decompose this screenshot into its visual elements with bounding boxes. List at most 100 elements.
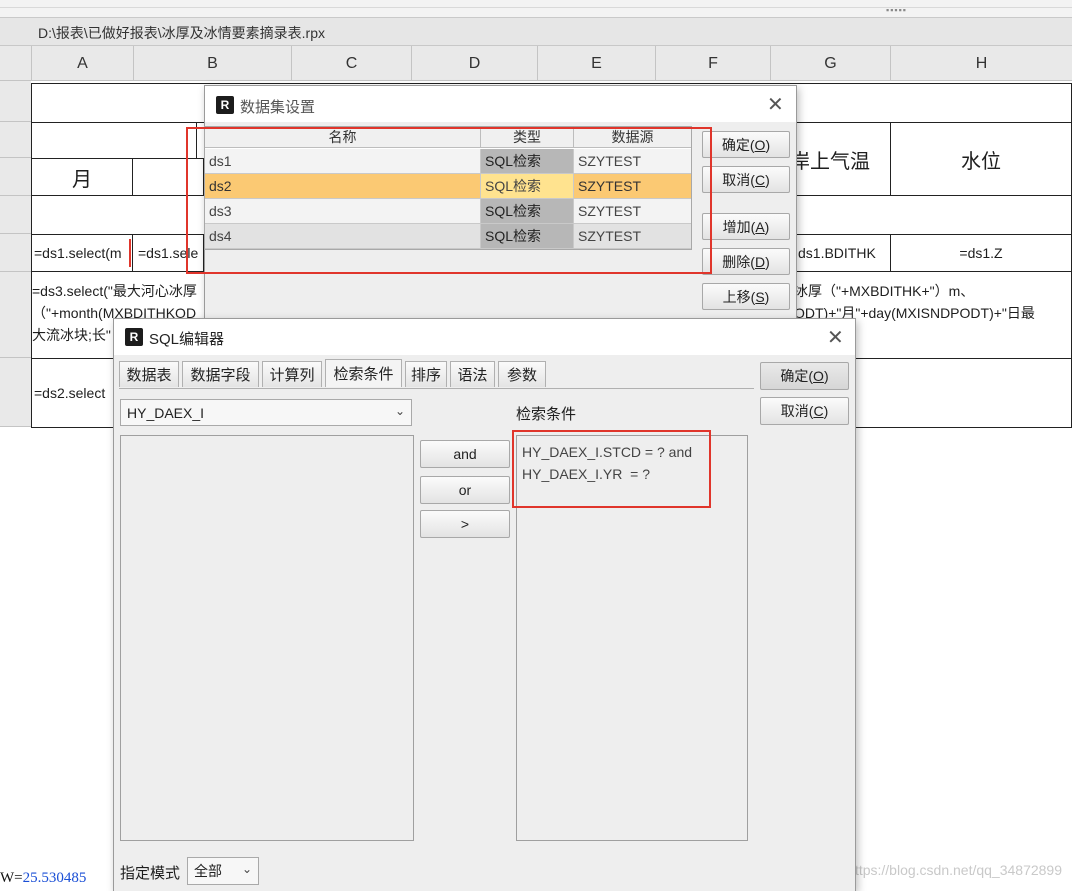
month-header-cell[interactable]: 月 xyxy=(31,158,133,196)
dataset-delete-button[interactable]: 删除(D) xyxy=(702,248,790,275)
column-header-e[interactable]: E xyxy=(537,46,655,81)
close-icon[interactable]: ✕ xyxy=(767,92,784,117)
dataset-type-cell: SQL检索 xyxy=(481,224,574,248)
status-value: 25.530485 xyxy=(22,870,87,886)
header-merged-cell[interactable] xyxy=(31,122,197,159)
button-mnemonic: S xyxy=(755,288,765,305)
formula-cell-g4[interactable]: ds1.BDITHK xyxy=(795,234,891,272)
field-list[interactable] xyxy=(120,435,414,841)
water-level-header-cell[interactable]: 水位 xyxy=(890,122,1072,196)
tab-sort[interactable]: 排序 xyxy=(405,361,447,387)
button-mnemonic: O xyxy=(813,368,824,384)
conditions-panel[interactable]: HY_DAEX_I.STCD = ? and HY_DAEX_I.YR = ? xyxy=(516,435,748,841)
formula-cell-b4[interactable]: =ds1.sele xyxy=(132,234,204,272)
tab-data-fields[interactable]: 数据字段 xyxy=(182,361,259,387)
mode-select[interactable]: 全部 ⌄ xyxy=(187,857,259,885)
table-select[interactable]: HY_DAEX_I ⌄ xyxy=(120,399,412,426)
tab-bar: 数据表 数据字段 计算列 检索条件 排序 语法 参数 xyxy=(119,359,754,389)
button-label: 确定 xyxy=(780,368,809,384)
row-header[interactable] xyxy=(0,358,31,427)
dataset-type-cell: SQL检索 xyxy=(481,174,574,198)
column-header-type[interactable]: 类型 xyxy=(481,127,574,148)
button-label: 删除 xyxy=(722,253,751,270)
dataset-name-cell: ds4 xyxy=(205,224,481,248)
tab-conditions[interactable]: 检索条件 xyxy=(325,359,402,387)
tab-data-table[interactable]: 数据表 xyxy=(119,361,179,387)
button-mnemonic: C xyxy=(813,403,824,419)
column-header-c[interactable]: C xyxy=(291,46,411,81)
button-mnemonic: D xyxy=(754,253,766,270)
formula-cell-h4[interactable]: =ds1.Z xyxy=(890,234,1072,272)
column-header-source[interactable]: 数据源 xyxy=(574,127,691,148)
formula-text: =ds1.select(m xyxy=(34,245,122,261)
dataset-name-cell: ds3 xyxy=(205,199,481,223)
dataset-source-cell: SZYTEST xyxy=(578,178,642,194)
dataset-row-ds3[interactable]: ds3 SQL检索 SZYTEST xyxy=(205,199,691,224)
status-readout: W=25.530485 xyxy=(0,870,86,887)
dataset-ok-button[interactable]: 确定(O) xyxy=(702,131,790,158)
file-path-label: D:\报表\已做好报表\冰厚及冰情要素摘录表.rpx xyxy=(38,25,326,41)
sql-ok-button[interactable]: 确定(O) xyxy=(760,362,849,390)
dataset-row-ds1[interactable]: ds1 SQL检索 SZYTEST xyxy=(205,149,691,174)
row-header[interactable] xyxy=(0,272,31,358)
dataset-move-up-button[interactable]: 上移(S) xyxy=(702,283,790,310)
sql-editor-titlebar[interactable]: R SQL编辑器 ✕ xyxy=(114,319,855,355)
column-header-row: A B C D E F G H xyxy=(0,46,1072,81)
add-condition-button[interactable]: > xyxy=(420,510,510,538)
dataset-table: 名称 类型 数据源 ds1 SQL检索 SZYTEST ds2 SQL检索 SZ… xyxy=(204,126,692,250)
day-header-cell[interactable] xyxy=(132,158,204,196)
row-header[interactable] xyxy=(0,81,31,122)
column-header-a[interactable]: A xyxy=(31,46,133,81)
condition-line[interactable]: HY_DAEX_I.STCD = ? and xyxy=(522,444,692,460)
row-header[interactable] xyxy=(0,158,31,196)
button-label: 取消 xyxy=(722,171,751,188)
dataset-dialog-titlebar[interactable]: R 数据集设置 ✕ xyxy=(205,86,796,122)
dataset-name-cell: ds1 xyxy=(205,149,481,173)
top-toolbar-strip: ▪▪▪▪▪ xyxy=(0,0,1072,18)
status-prefix: W= xyxy=(0,870,23,886)
dataset-add-button[interactable]: 增加(A) xyxy=(702,213,790,240)
app-logo-icon: R xyxy=(216,96,234,114)
row-header[interactable] xyxy=(0,196,31,234)
tab-computed-columns[interactable]: 计算列 xyxy=(262,361,322,387)
tab-syntax[interactable]: 语法 xyxy=(450,361,495,387)
formula-cell-a4[interactable]: =ds1.select(m xyxy=(31,234,133,272)
button-mnemonic: A xyxy=(755,218,765,235)
column-header-f[interactable]: F xyxy=(655,46,770,81)
button-label: 增加 xyxy=(722,218,751,235)
table-select-value: HY_DAEX_I xyxy=(127,404,205,421)
app-logo-icon: R xyxy=(125,328,143,346)
condition-line[interactable]: HY_DAEX_I.YR = ? xyxy=(522,466,650,482)
formula-line: =ds3.select("最大河心冰厚 xyxy=(32,283,197,299)
mode-label: 指定模式 xyxy=(120,865,181,882)
sql-cancel-button[interactable]: 取消(C) xyxy=(760,397,849,425)
button-mnemonic: O xyxy=(754,136,766,153)
dataset-cancel-button[interactable]: 取消(C) xyxy=(702,166,790,193)
dataset-type-cell: SQL检索 xyxy=(481,199,574,223)
or-button[interactable]: or xyxy=(420,476,510,504)
dataset-name-cell: ds2 xyxy=(205,174,481,198)
tab-divider xyxy=(119,388,754,389)
drag-grip-icon[interactable]: ▪▪▪▪▪ xyxy=(886,5,907,15)
close-icon[interactable]: ✕ xyxy=(827,325,844,350)
column-header-b[interactable]: B xyxy=(133,46,291,81)
dataset-type-cell: SQL检索 xyxy=(481,149,574,173)
sql-editor-dialog[interactable]: R SQL编辑器 ✕ 数据表 数据字段 计算列 检索条件 排序 语法 参数 HY… xyxy=(113,318,856,891)
row-header[interactable] xyxy=(0,234,31,272)
row-header[interactable] xyxy=(0,122,31,158)
and-button[interactable]: and xyxy=(420,440,510,468)
file-path-tab[interactable]: D:\报表\已做好报表\冰厚及冰情要素摘录表.rpx xyxy=(0,18,1072,46)
formula-line: 冰厚（"+MXBDITHK+"）m、 xyxy=(794,283,975,299)
formula-cell-a6[interactable]: =ds2.select xyxy=(31,358,121,428)
corner-cell[interactable] xyxy=(0,46,31,81)
tab-parameters[interactable]: 参数 xyxy=(498,361,546,387)
dataset-row-ds2-selected[interactable]: ds2 SQL检索 SZYTEST xyxy=(205,174,691,199)
dataset-dialog-title: 数据集设置 xyxy=(240,99,316,116)
column-header-g[interactable]: G xyxy=(770,46,890,81)
column-header-h[interactable]: H xyxy=(890,46,1072,81)
column-header-name[interactable]: 名称 xyxy=(205,127,481,148)
column-header-d[interactable]: D xyxy=(411,46,537,81)
cell-h6[interactable] xyxy=(852,358,1072,428)
sql-editor-title: SQL编辑器 xyxy=(149,331,225,348)
dataset-row-ds4[interactable]: ds4 SQL检索 SZYTEST xyxy=(205,224,691,249)
